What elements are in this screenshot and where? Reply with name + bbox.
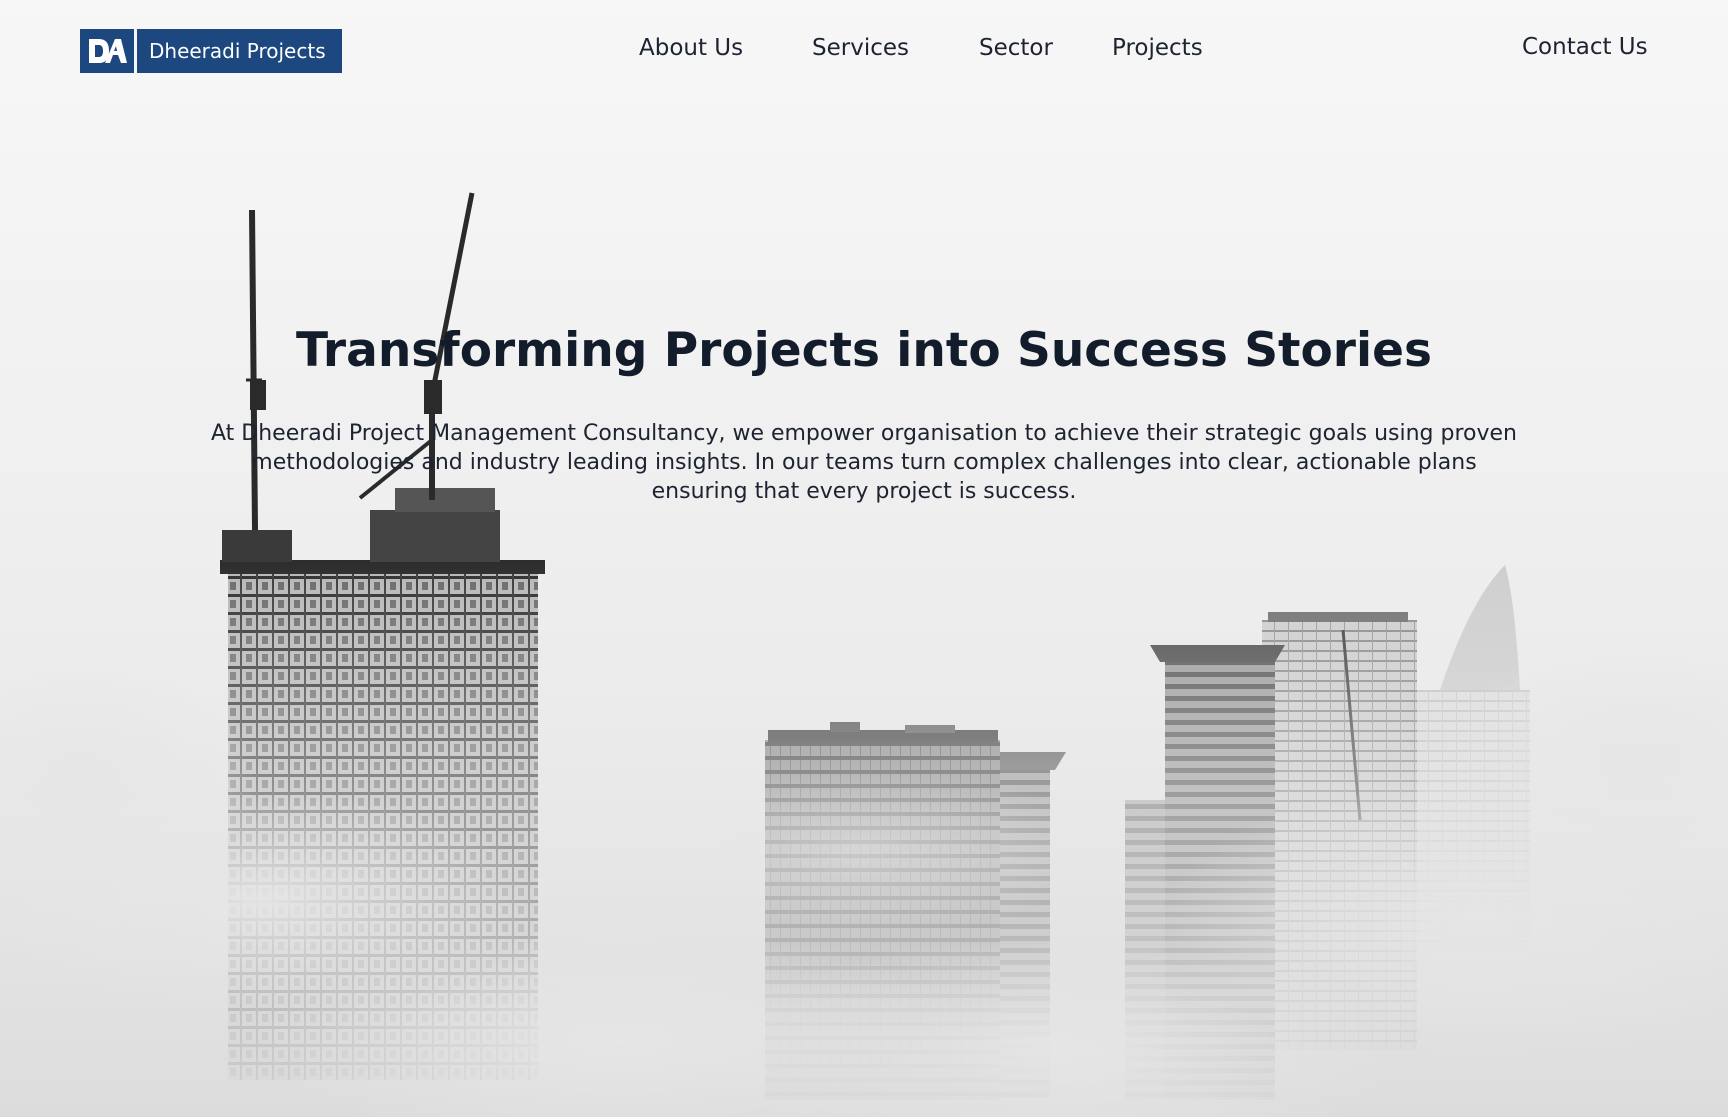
- hero-background-image: [0, 192, 1728, 1117]
- logo-mark-icon: [80, 29, 134, 73]
- nav-services[interactable]: Services: [812, 35, 909, 61]
- nav-contact-us[interactable]: Contact Us: [1522, 34, 1648, 60]
- hero-title: Transforming Projects into Success Stori…: [296, 323, 1432, 378]
- hero-description: At Dheeradi Project Management Consultan…: [211, 421, 1517, 504]
- brand-name: Dheeradi Projects: [137, 29, 342, 73]
- brand-logo[interactable]: Dheeradi Projects: [80, 29, 342, 73]
- top-navigation: Dheeradi Projects About Us Services Sect…: [0, 0, 1728, 105]
- nav-sector[interactable]: Sector: [979, 35, 1053, 61]
- page: Dheeradi Projects About Us Services Sect…: [0, 0, 1728, 1117]
- nav-about-us[interactable]: About Us: [639, 35, 743, 61]
- nav-projects[interactable]: Projects: [1112, 35, 1203, 61]
